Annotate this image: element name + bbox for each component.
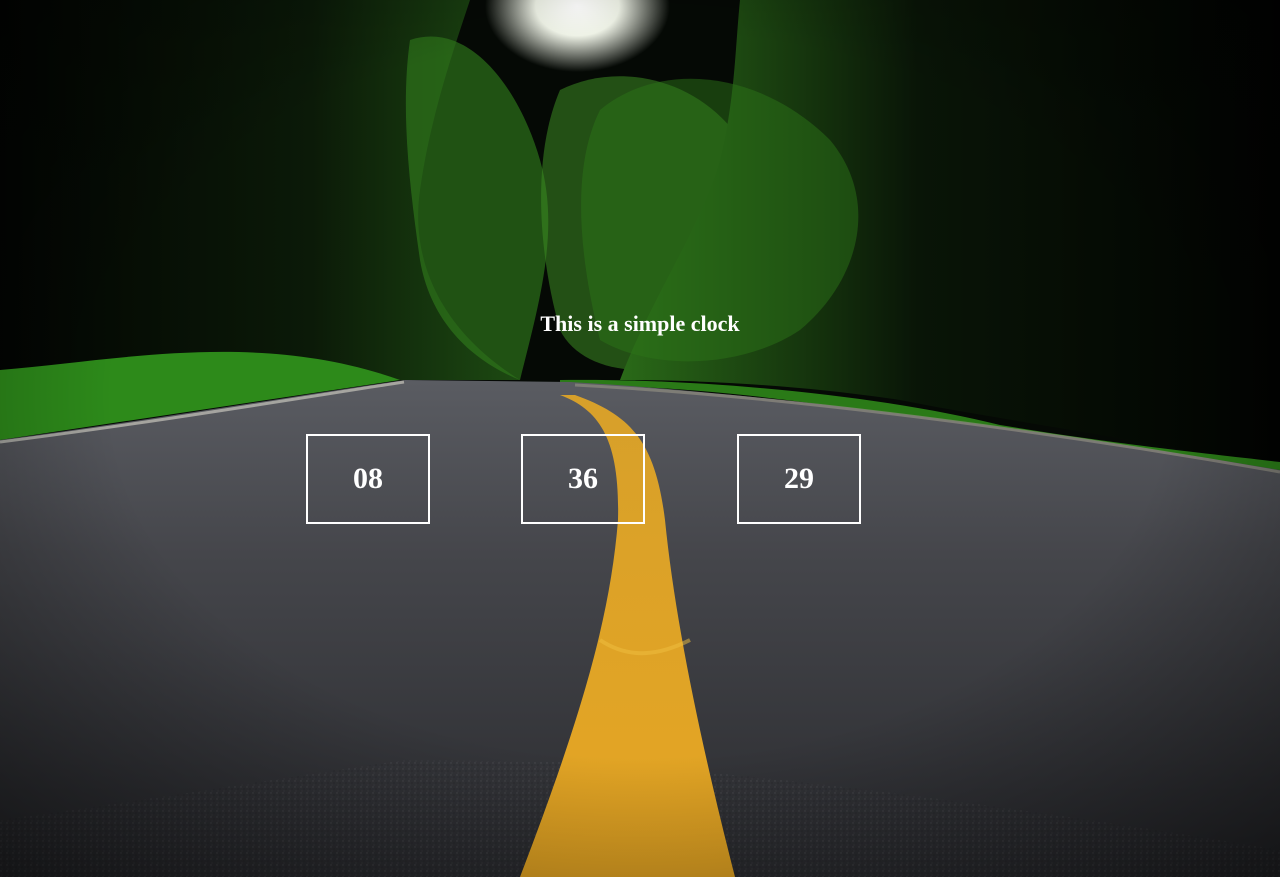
minutes-display: 36 xyxy=(521,434,645,524)
clock-page: This is a simple clock 08 36 29 xyxy=(0,0,1280,877)
seconds-display: 29 xyxy=(737,434,861,524)
clock-title: This is a simple clock xyxy=(540,311,740,336)
hours-display: 08 xyxy=(306,434,430,524)
